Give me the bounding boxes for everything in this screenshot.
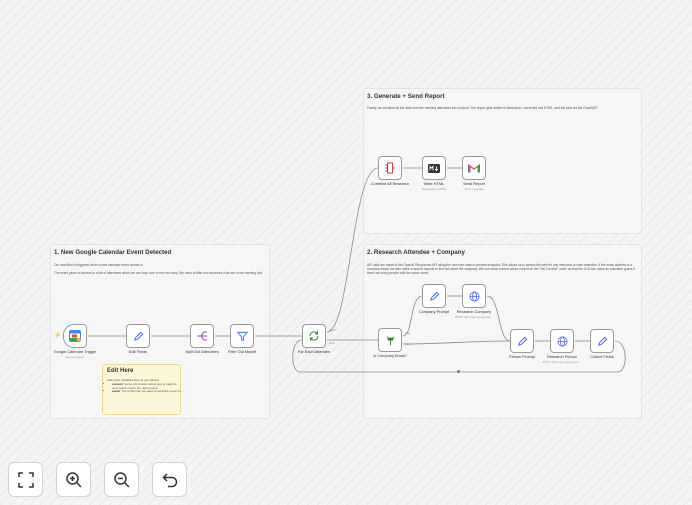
node-label: Edit Fields — [128, 349, 148, 354]
filter-icon — [236, 331, 248, 341]
markdown-icon — [428, 163, 440, 173]
add-step-dot[interactable] — [457, 370, 460, 373]
node-send-report[interactable] — [462, 156, 486, 180]
zoom-in-icon — [65, 471, 82, 488]
node-label: Collect Fields — [590, 354, 614, 359]
google-calendar-icon — [69, 330, 81, 342]
zoom-out-button[interactable] — [104, 462, 139, 497]
edge — [326, 167, 379, 333]
node-company-prompt[interactable] — [422, 284, 446, 308]
node-label: Research Company — [456, 309, 492, 314]
pencil-icon — [133, 331, 143, 341]
fit-view-icon — [17, 471, 34, 488]
gmail-icon — [468, 163, 480, 172]
list-item: email: The email that you want to send t… — [112, 390, 182, 394]
node-label: For Each Attendee — [297, 349, 331, 354]
edge — [402, 295, 423, 337]
node-filter-out-myself[interactable] — [230, 324, 254, 348]
node-person-prompt[interactable] — [510, 329, 534, 353]
node-collect-fields[interactable] — [590, 329, 614, 353]
undo-icon — [161, 472, 177, 487]
edge-label-true: true — [405, 331, 411, 335]
undo-button[interactable] — [152, 462, 187, 497]
split-icon — [197, 331, 207, 341]
node-combine-all-research[interactable] — [378, 156, 402, 180]
fit-view-button[interactable] — [8, 462, 43, 497]
note-list: context: Some information about you to h… — [107, 382, 182, 394]
node-sublabel: POST: https://api.openai.com... — [542, 360, 582, 364]
node-label: Filter Out Myself — [227, 349, 257, 354]
pencil-icon — [429, 291, 439, 301]
edge — [402, 340, 511, 345]
node-label: Google Calendar Trigger — [53, 349, 97, 354]
node-split-out-attendees[interactable] — [190, 324, 214, 348]
zoom-in-button[interactable] — [56, 462, 91, 497]
edge-label-loop: loop — [329, 341, 335, 345]
pencil-icon — [597, 336, 607, 346]
node-is-company-email[interactable] — [378, 328, 402, 352]
edge-label-false: false — [405, 342, 412, 346]
node-research-person[interactable] — [550, 329, 574, 353]
merge-icon — [385, 162, 395, 174]
node-sublabel: Event Created — [66, 355, 84, 359]
note-title: Edit Here — [107, 368, 134, 374]
node-write-html[interactable] — [422, 156, 446, 180]
edge-label-done: done — [329, 328, 336, 332]
connections-layer — [88, 167, 626, 373]
node-google-calendar-trigger[interactable] — [63, 324, 87, 348]
zoom-out-icon — [113, 471, 130, 488]
loop-icon — [309, 331, 319, 341]
pencil-icon — [517, 336, 527, 346]
node-sublabel: POST: https://api.openai.com... — [454, 315, 494, 319]
if-icon — [386, 336, 394, 345]
node-research-company[interactable] — [462, 284, 486, 308]
node-sublabel: send: message — [464, 187, 484, 191]
node-edit-fields[interactable] — [126, 324, 150, 348]
node-label: Is Company Email? — [373, 353, 407, 358]
globe-icon — [469, 291, 479, 301]
globe-icon — [557, 336, 567, 346]
node-label: Send Report — [463, 181, 485, 186]
trigger-bolt-icon: ⚡ — [54, 333, 62, 339]
node-for-each-attendee[interactable] — [302, 324, 326, 348]
sticky-note-edit-here[interactable]: Edit Here Add a few variables here to ge… — [102, 364, 181, 415]
